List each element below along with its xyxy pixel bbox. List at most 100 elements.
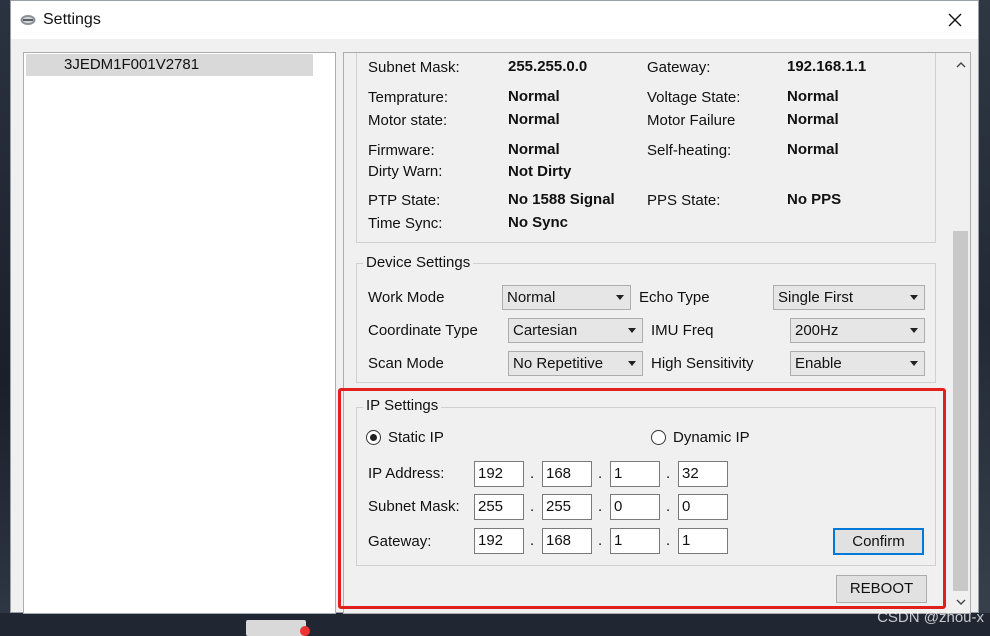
gateway-label: Gateway: xyxy=(647,59,711,76)
high-sensitivity-label: High Sensitivity xyxy=(651,355,754,372)
ip-address-label: IP Address: xyxy=(368,465,445,482)
device-list-item[interactable]: 3JEDM1F001V2781 xyxy=(26,54,313,76)
coordinate-type-value: Cartesian xyxy=(513,322,578,339)
self-heating-value: Normal xyxy=(787,141,839,158)
settings-window: Settings 3JEDM1F001V2781 Subnet Mask: 25… xyxy=(10,0,979,614)
ip-settings-title: IP Settings xyxy=(363,397,442,414)
subnet-mask-input-label: Subnet Mask: xyxy=(368,498,460,515)
gateway-value: 192.168.1.1 xyxy=(787,58,867,75)
echo-type-value: Single First xyxy=(778,289,854,306)
ptp-state-value: No 1588 Signal xyxy=(508,191,615,208)
scroll-up-button[interactable] xyxy=(951,55,970,73)
ptp-state-label: PTP State: xyxy=(368,192,441,209)
gateway-octet-2[interactable]: 168 xyxy=(542,528,592,554)
pps-state-label: PPS State: xyxy=(647,192,721,209)
confirm-button[interactable]: Confirm xyxy=(833,528,924,555)
notification-dot-icon xyxy=(300,626,310,636)
chevron-down-icon xyxy=(616,295,624,300)
dirty-warn-value: Not Dirty xyxy=(508,163,572,180)
chevron-down-icon xyxy=(628,361,636,366)
motor-state-value: Normal xyxy=(508,111,560,128)
firmware-value: Normal xyxy=(508,141,560,158)
high-sensitivity-value: Enable xyxy=(795,355,842,372)
desktop-background-right xyxy=(978,0,990,636)
time-sync-label: Time Sync: xyxy=(368,215,443,232)
chevron-up-icon xyxy=(956,61,965,67)
close-icon xyxy=(948,13,962,27)
close-button[interactable] xyxy=(932,1,978,39)
imu-freq-value: 200Hz xyxy=(795,322,839,339)
pps-state-value: No PPS xyxy=(787,191,842,208)
device-settings-title: Device Settings xyxy=(363,254,474,271)
motor-state-label: Motor state: xyxy=(368,112,448,129)
ip-separator: . xyxy=(666,532,671,549)
subnet-mask-octet-2[interactable]: 255 xyxy=(542,494,592,520)
work-mode-value: Normal xyxy=(507,289,556,306)
dirty-warn-label: Dirty Warn: xyxy=(368,163,443,180)
coordinate-type-dropdown[interactable]: Cartesian xyxy=(508,318,643,343)
ip-separator: . xyxy=(530,498,535,515)
scan-mode-value: No Repetitive xyxy=(513,355,604,372)
subnet-mask-value: 255.255.0.0 xyxy=(508,58,588,75)
reboot-button[interactable]: REBOOT xyxy=(836,575,927,603)
high-sensitivity-dropdown[interactable]: Enable xyxy=(790,351,925,376)
device-list[interactable]: 3JEDM1F001V2781 xyxy=(23,52,336,614)
static-ip-radio[interactable] xyxy=(366,430,381,445)
subnet-mask-label: Subnet Mask: xyxy=(368,59,460,76)
ip-separator: . xyxy=(598,465,603,482)
ip-address-octet-1[interactable]: 192 xyxy=(474,461,524,487)
ip-address-octet-2[interactable]: 168 xyxy=(542,461,592,487)
desktop-taskbar-strip xyxy=(0,613,990,636)
chevron-down-icon xyxy=(910,295,918,300)
ip-address-octet-3[interactable]: 1 xyxy=(610,461,660,487)
voltage-state-label: Voltage State: xyxy=(647,89,741,106)
ip-separator: . xyxy=(530,532,535,549)
dynamic-ip-label[interactable]: Dynamic IP xyxy=(673,429,750,446)
vertical-scrollbar[interactable] xyxy=(951,53,970,613)
echo-type-label: Echo Type xyxy=(639,289,710,306)
self-heating-label: Self-heating: xyxy=(647,142,732,159)
firmware-label: Firmware: xyxy=(368,142,435,159)
work-mode-label: Work Mode xyxy=(368,289,445,306)
temperature-value: Normal xyxy=(508,88,560,105)
watermark-text: CSDN @zhou-x xyxy=(877,609,984,626)
subnet-mask-octet-3[interactable]: 0 xyxy=(610,494,660,520)
motor-failure-label: Motor Failure xyxy=(647,112,736,129)
ip-separator: . xyxy=(666,498,671,515)
ip-address-octet-4[interactable]: 32 xyxy=(678,461,728,487)
temperature-label: Temprature: xyxy=(368,89,449,106)
chevron-down-icon xyxy=(910,328,918,333)
scan-mode-dropdown[interactable]: No Repetitive xyxy=(508,351,643,376)
coordinate-type-label: Coordinate Type xyxy=(368,322,478,339)
title-bar: Settings xyxy=(11,1,978,39)
echo-type-dropdown[interactable]: Single First xyxy=(773,285,925,310)
gateway-octet-3[interactable]: 1 xyxy=(610,528,660,554)
time-sync-value: No Sync xyxy=(508,214,569,231)
chevron-down-icon xyxy=(910,361,918,366)
work-mode-dropdown[interactable]: Normal xyxy=(502,285,631,310)
ip-separator: . xyxy=(598,532,603,549)
chevron-down-icon xyxy=(628,328,636,333)
imu-freq-dropdown[interactable]: 200Hz xyxy=(790,318,925,343)
window-title: Settings xyxy=(43,11,101,28)
ip-separator: . xyxy=(530,465,535,482)
gateway-octet-4[interactable]: 1 xyxy=(678,528,728,554)
static-ip-label[interactable]: Static IP xyxy=(388,429,444,446)
settings-panel: Subnet Mask: 255.255.0.0 Gateway: 192.16… xyxy=(343,52,971,614)
scrollbar-thumb[interactable] xyxy=(953,231,968,591)
ip-separator: . xyxy=(666,465,671,482)
subnet-mask-octet-1[interactable]: 255 xyxy=(474,494,524,520)
desktop-item xyxy=(246,620,306,636)
gateway-octet-1[interactable]: 192 xyxy=(474,528,524,554)
motor-failure-value: Normal xyxy=(787,111,839,128)
chevron-down-icon xyxy=(956,599,965,605)
gateway-input-label: Gateway: xyxy=(368,533,432,550)
imu-freq-label: IMU Freq xyxy=(651,322,714,339)
voltage-state-value: Normal xyxy=(787,88,839,105)
dynamic-ip-radio[interactable] xyxy=(651,430,666,445)
ip-separator: . xyxy=(598,498,603,515)
scan-mode-label: Scan Mode xyxy=(368,355,444,372)
status-group xyxy=(356,53,936,243)
subnet-mask-octet-4[interactable]: 0 xyxy=(678,494,728,520)
app-logo-icon xyxy=(20,15,36,25)
